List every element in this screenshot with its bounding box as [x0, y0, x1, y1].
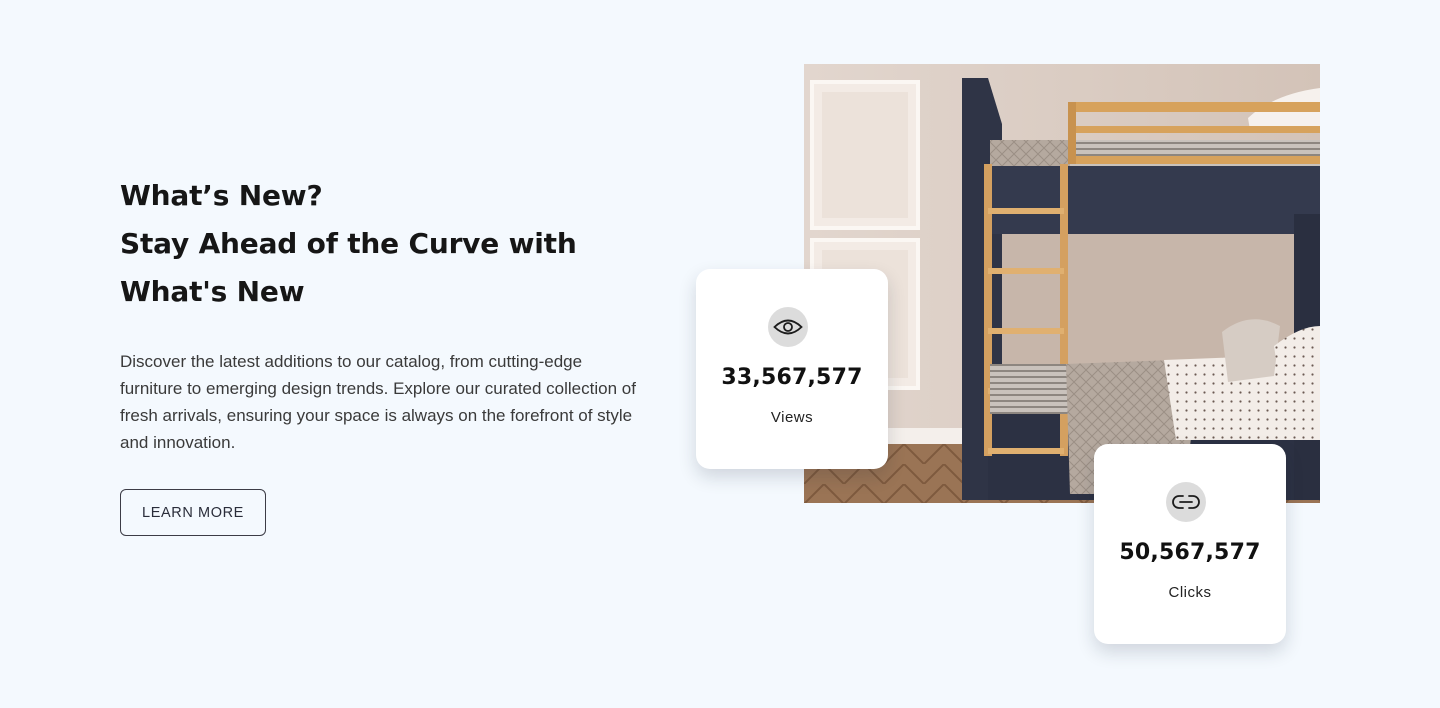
section-description: Discover the latest additions to our cat… — [120, 352, 636, 452]
clicks-stat-card: 50,567,577 Clicks — [1094, 444, 1286, 644]
heading-line-1: What’s New? — [120, 179, 323, 212]
views-label: Views — [770, 409, 814, 426]
section-heading: What’s New? Stay Ahead of the Curve with… — [120, 172, 640, 316]
eye-icon — [768, 307, 808, 347]
clicks-label: Clicks — [1168, 584, 1212, 601]
link-icon — [1166, 482, 1206, 522]
clicks-count: 50,567,577 — [1119, 540, 1261, 565]
learn-more-button[interactable]: LEARN MORE — [120, 489, 266, 536]
heading-line-3: What's New — [120, 275, 305, 308]
views-stat-card: 33,567,577 Views — [696, 269, 888, 469]
views-count: 33,567,577 — [721, 365, 863, 390]
heading-line-2: Stay Ahead of the Curve with — [120, 227, 577, 260]
